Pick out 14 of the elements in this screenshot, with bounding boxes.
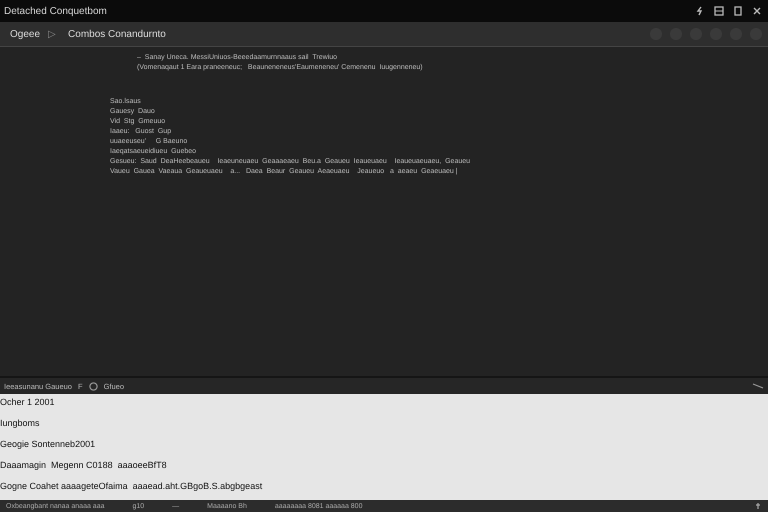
output-line: Gogne Coahet aaaageteOfaima aaaead.aht.GBgoB.S.abgbgeast	[0, 481, 262, 491]
save-icon[interactable]	[714, 6, 724, 16]
output-line: Geogie Sontenneb2001	[0, 439, 96, 449]
run-button[interactable]: ▷	[44, 28, 60, 40]
close-icon[interactable]	[752, 6, 762, 16]
output-line: Ocher 1 2001	[0, 397, 55, 407]
breadcrumb: Combos Conandurnto	[68, 28, 166, 40]
output-line: Iungboms	[0, 418, 40, 428]
dropdown[interactable]: Ogeee	[6, 28, 44, 40]
output-line: Daaamagin Megenn C0188 aaaoeeBfT8	[0, 460, 167, 470]
window-title: Detached Conquetbom	[4, 6, 107, 16]
globe-icon	[88, 382, 98, 390]
collapse-icon[interactable]	[752, 382, 764, 390]
window-icon[interactable]	[733, 6, 743, 16]
